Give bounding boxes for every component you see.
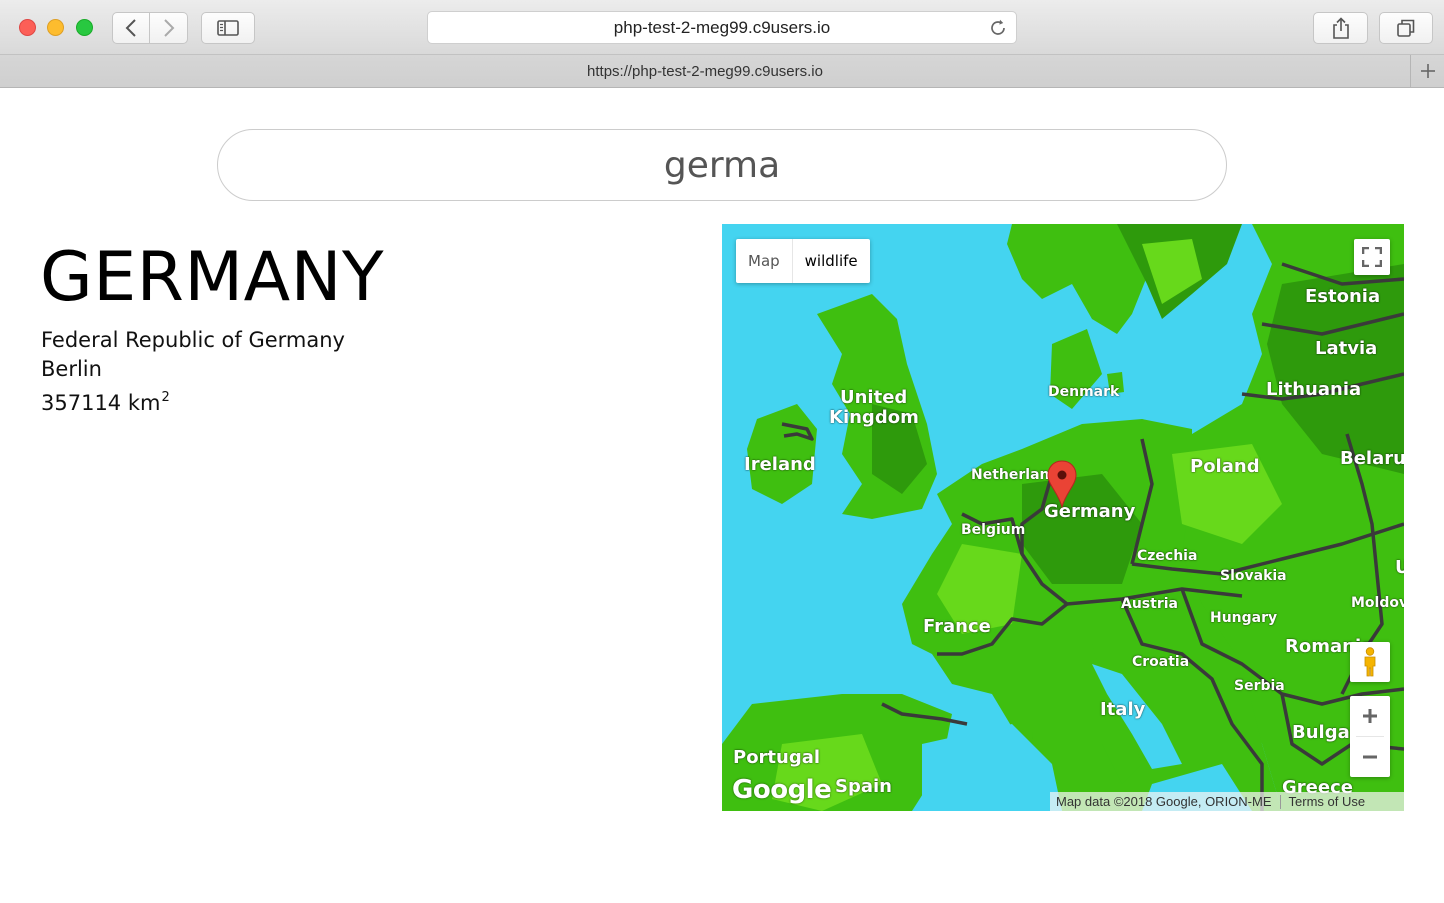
map-type-map-button[interactable]: Map [736,239,793,283]
google-logo[interactable]: Google [732,775,832,805]
tabs-overview-icon [1397,19,1415,37]
map-label-czechia: Czechia [1137,548,1198,564]
map-label-austria: Austria [1121,596,1178,612]
sidebar-toggle-button[interactable] [201,12,255,44]
map-type-wildlife-button[interactable]: wildlife [793,239,870,283]
sidebar-icon [217,20,239,36]
map-label-belgium: Belgium [961,522,1026,538]
search-box[interactable] [217,129,1227,201]
capital-city: Berlin [41,357,102,381]
country-area: 357114 km2 [41,390,170,415]
map-attribution: Map data ©2018 Google, ORION-ME Terms of… [1050,792,1404,811]
fullscreen-icon [1362,247,1382,267]
minimize-window-button[interactable] [47,19,64,36]
zoom-in-button[interactable] [1350,696,1390,736]
tab-title-text: https://php-test-2-meg99.c9users.io [587,62,823,80]
plus-icon [1420,64,1435,78]
share-icon [1332,17,1349,39]
chevron-left-icon [125,19,136,37]
street-view-pegman-button[interactable] [1350,642,1390,682]
minus-icon [1363,755,1377,759]
fullscreen-button[interactable] [1354,239,1390,275]
browser-titlebar: php-test-2-meg99.c9users.io [0,0,1444,55]
active-tab[interactable]: https://php-test-2-meg99.c9users.io [0,55,1410,87]
back-button[interactable] [112,12,150,44]
map-label-serbia: Serbia [1234,678,1285,694]
map-label-poland: Poland [1190,456,1260,477]
map-label-moldova: Moldova [1351,595,1404,611]
zoom-out-button[interactable] [1350,737,1390,777]
map-label-united-kingdom-2: Kingdom [829,407,919,428]
forward-button[interactable] [150,12,188,44]
map-data-credit: Map data ©2018 Google, ORION-ME [1056,794,1272,809]
pegman-icon [1364,647,1376,677]
map-widget[interactable]: Estonia Latvia Lithuania Denmark United … [722,224,1404,811]
area-value: 357114 km [41,391,161,415]
reload-icon[interactable] [988,18,1008,38]
map-label-estonia: Estonia [1305,286,1381,307]
area-unit-exponent: 2 [161,390,170,405]
map-label-italy: Italy [1100,699,1146,720]
map-label-spain: Spain [835,776,892,797]
show-tabs-button[interactable] [1379,12,1433,44]
tab-bar: https://php-test-2-meg99.c9users.io [0,55,1444,88]
zoom-control [1350,696,1390,777]
close-window-button[interactable] [19,19,36,36]
map-label-hungary: Hungary [1210,610,1278,626]
map-type-control: Map wildlife [736,239,870,283]
address-bar[interactable]: php-test-2-meg99.c9users.io [427,11,1017,44]
terms-of-use-link[interactable]: Terms of Use [1281,794,1366,809]
official-name: Federal Republic of Germany [41,328,345,352]
new-tab-button[interactable] [1410,55,1444,87]
map-label-ukraine-fragment: U [1395,557,1404,578]
map-label-france: France [923,616,991,637]
map-label-denmark: Denmark [1048,384,1120,400]
map-label-latvia: Latvia [1315,338,1378,359]
map-marker-icon[interactable] [1047,460,1077,508]
map-label-croatia: Croatia [1132,654,1190,670]
map-label-belarus: Belarus [1340,448,1404,469]
plus-icon [1363,709,1377,723]
map-label-slovakia: Slovakia [1220,568,1287,584]
chevron-right-icon [163,19,174,37]
map-label-lithuania: Lithuania [1266,379,1362,400]
zoom-window-button[interactable] [76,19,93,36]
share-button[interactable] [1313,12,1368,44]
map-label-portugal: Portugal [733,747,821,768]
country-search-input[interactable] [272,140,1172,190]
address-text: php-test-2-meg99.c9users.io [613,17,831,37]
country-name: GERMANY [40,238,384,317]
map-label-ireland: Ireland [744,454,816,475]
map-label-united-kingdom-1: United [840,387,908,408]
